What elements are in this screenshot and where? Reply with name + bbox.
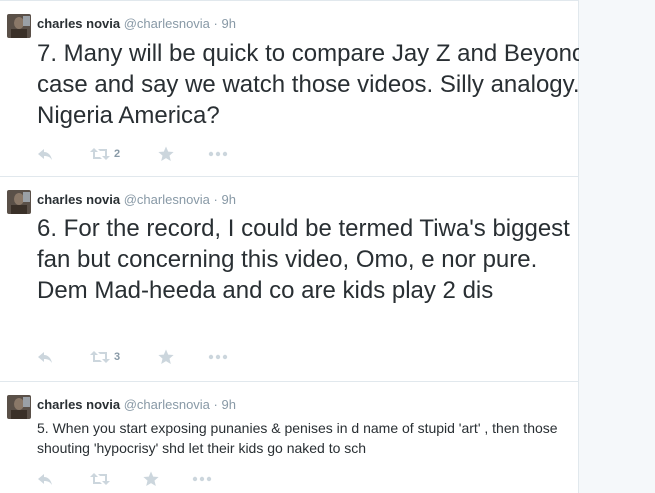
retweet-icon (90, 148, 110, 160)
tweet-actions: 2 (37, 144, 337, 164)
favorite-star-icon (158, 146, 174, 161)
author-fullname[interactable]: charles novia (37, 16, 120, 31)
avatar[interactable] (7, 190, 31, 214)
more-button[interactable] (208, 144, 228, 164)
retweet-count: 2 (114, 148, 121, 160)
tweet-header: charles novia @charlesnovia · 9h (37, 16, 236, 32)
reply-icon (38, 352, 52, 363)
side-panel (579, 0, 655, 493)
favorite-star-icon (158, 349, 174, 364)
retweet-icon (90, 351, 110, 363)
tweet-text: 7. Many will be quick to compare Jay Z a… (37, 40, 655, 129)
tweet-text: 5. When you start exposing punanies & pe… (37, 420, 558, 456)
favorite-button[interactable] (158, 347, 174, 367)
separator-dot: · (213, 397, 218, 412)
separator-dot: · (213, 192, 218, 207)
favorite-star-icon (143, 471, 159, 486)
author-username[interactable]: @charlesnovia (124, 16, 210, 31)
avatar[interactable] (7, 395, 31, 419)
more-button[interactable] (192, 469, 212, 489)
tweet-header: charles novia @charlesnovia · 9h (37, 192, 236, 208)
more-icon (208, 354, 228, 360)
separator-dot: · (213, 16, 218, 31)
tweet-item[interactable]: charles novia @charlesnovia · 9h 5. When… (0, 382, 578, 493)
tweet-text: 6. For the record, I could be termed Tiw… (37, 215, 570, 304)
author-fullname[interactable]: charles novia (37, 192, 120, 207)
tweet-actions: 3 (37, 347, 337, 367)
reply-button[interactable] (37, 347, 53, 367)
retweet-count: 3 (114, 351, 121, 363)
avatar[interactable] (7, 14, 31, 38)
author-fullname[interactable]: charles novia (37, 397, 120, 412)
more-icon (208, 151, 228, 157)
tweet-actions (37, 469, 337, 489)
tweet-timestamp[interactable]: 9h (222, 192, 236, 207)
tweet-timestamp[interactable]: 9h (222, 16, 236, 31)
favorite-button[interactable] (143, 469, 159, 489)
reply-button[interactable] (37, 469, 53, 489)
reply-icon (38, 474, 52, 485)
tweet-timestamp[interactable]: 9h (222, 397, 236, 412)
more-button[interactable] (208, 347, 228, 367)
tweet-timeline: charles novia @charlesnovia · 9h 7. Many… (0, 0, 655, 493)
tweet-item[interactable]: charles novia @charlesnovia · 9h 6. For … (0, 177, 578, 382)
author-username[interactable]: @charlesnovia (124, 397, 210, 412)
retweet-button[interactable] (90, 469, 110, 489)
retweet-button[interactable]: 2 (90, 144, 120, 164)
retweet-icon (90, 473, 110, 485)
tweet-item[interactable]: charles novia @charlesnovia · 9h 7. Many… (0, 0, 655, 177)
tweet-header: charles novia @charlesnovia · 9h (37, 397, 236, 413)
favorite-button[interactable] (158, 144, 174, 164)
author-username[interactable]: @charlesnovia (124, 192, 210, 207)
reply-button[interactable] (37, 144, 53, 164)
retweet-button[interactable]: 3 (90, 347, 120, 367)
reply-icon (38, 149, 52, 160)
more-icon (192, 476, 212, 482)
